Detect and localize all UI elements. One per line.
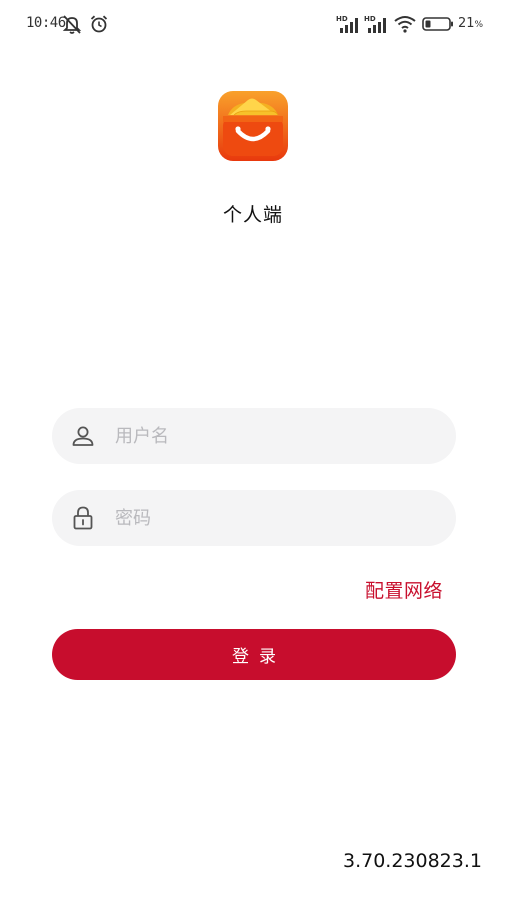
username-input[interactable] (115, 408, 456, 464)
signal-hd-icon: HD (364, 13, 390, 35)
battery-percent-value: 21 (458, 16, 475, 31)
wifi-icon (393, 13, 417, 35)
signal-hd-label: HD (364, 15, 376, 23)
status-bar: 10:46 HD HD 21% (0, 0, 506, 48)
user-icon (61, 422, 105, 450)
shopping-basket-logo-icon (218, 91, 288, 161)
muted-notification-icon (60, 13, 84, 35)
username-field[interactable] (52, 408, 456, 464)
battery-icon (422, 13, 454, 35)
signal-hd-label: HD (336, 15, 348, 23)
battery-percent-unit: % (474, 20, 484, 30)
signal-hd-icon: HD (336, 13, 362, 35)
config-network-link[interactable]: 配置网络 (365, 576, 443, 603)
password-field[interactable] (52, 490, 456, 546)
lock-icon (61, 504, 105, 532)
app-title: 个人端 (222, 204, 283, 226)
login-button[interactable]: 登录 (52, 629, 456, 680)
version-label: 3.70.230823.1 (342, 850, 482, 872)
alarm-icon (88, 13, 110, 35)
battery-percent: 21% (458, 16, 483, 31)
password-input[interactable] (115, 490, 456, 546)
